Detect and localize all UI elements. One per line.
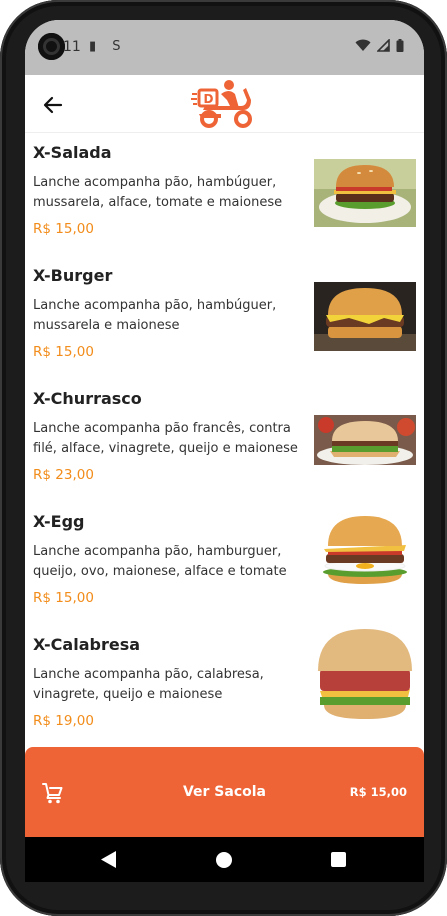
menu-item-x-burger[interactable]: X-Burger Lanche acompanha pão, hambúguer… xyxy=(25,256,424,379)
burger-image xyxy=(314,282,416,351)
menu-item-x-calabresa[interactable]: X-Calabresa Lanche acompanha pão, calabr… xyxy=(25,625,424,748)
status-bar: 11 ▮ S xyxy=(25,20,424,75)
app-bar: D xyxy=(25,75,424,133)
view-cart-button[interactable]: Ver Sacola R$ 15,00 xyxy=(25,747,424,837)
item-price: R$ 15,00 xyxy=(33,221,94,237)
item-name: X-Salada xyxy=(33,143,112,162)
menu-item-x-salada[interactable]: X-Salada Lanche acompanha pão, hambúguer… xyxy=(25,133,424,256)
calabresa-burger-image xyxy=(314,627,416,723)
item-price: R$ 23,00 xyxy=(33,467,94,483)
item-description: Lanche acompanha pão, hamburguer, queijo… xyxy=(33,544,287,579)
burger-plate-image xyxy=(314,159,416,227)
status-icons xyxy=(355,39,404,52)
nav-home-icon[interactable] xyxy=(216,852,232,868)
status-time: 11 xyxy=(63,39,81,55)
item-description: Lanche acompanha pão, hambúguer, mussare… xyxy=(33,298,277,333)
item-price: R$ 15,00 xyxy=(33,590,94,606)
item-name: X-Egg xyxy=(33,512,85,531)
svg-text:D: D xyxy=(204,92,214,106)
app-screen: 11 ▮ S D X-Salada Lanche acompanha pão, … xyxy=(25,20,424,882)
front-camera xyxy=(38,33,65,60)
churrasco-sandwich-image xyxy=(314,415,416,465)
item-price: R$ 15,00 xyxy=(33,344,94,360)
item-price: R$ 19,00 xyxy=(33,713,94,729)
signal-icon xyxy=(377,39,390,52)
item-description: Lanche acompanha pão francês, contra fil… xyxy=(33,421,298,456)
item-name: X-Churrasco xyxy=(33,389,142,408)
menu-item-x-egg[interactable]: X-Egg Lanche acompanha pão, hamburguer, … xyxy=(25,502,424,625)
item-description: Lanche acompanha pão, hambúguer, mussare… xyxy=(33,175,283,210)
notification-icons: ▮ S xyxy=(89,39,127,54)
menu-item-x-churrasco[interactable]: X-Churrasco Lanche acompanha pão francês… xyxy=(25,379,424,502)
wifi-icon xyxy=(355,39,371,51)
system-nav-bar xyxy=(25,837,424,882)
cart-total: R$ 15,00 xyxy=(349,785,407,799)
egg-burger-image xyxy=(314,512,416,592)
item-description: Lanche acompanha pão, calabresa, vinagre… xyxy=(33,667,264,702)
item-name: X-Burger xyxy=(33,266,113,285)
delivery-scooter-logo: D xyxy=(191,80,252,128)
arrow-left-icon[interactable] xyxy=(39,91,67,119)
item-name: X-Calabresa xyxy=(33,635,141,654)
battery-icon xyxy=(396,39,404,52)
nav-recents-icon[interactable] xyxy=(331,852,346,867)
nav-back-icon[interactable] xyxy=(101,851,116,868)
menu-list[interactable]: X-Salada Lanche acompanha pão, hambúguer… xyxy=(25,133,424,748)
